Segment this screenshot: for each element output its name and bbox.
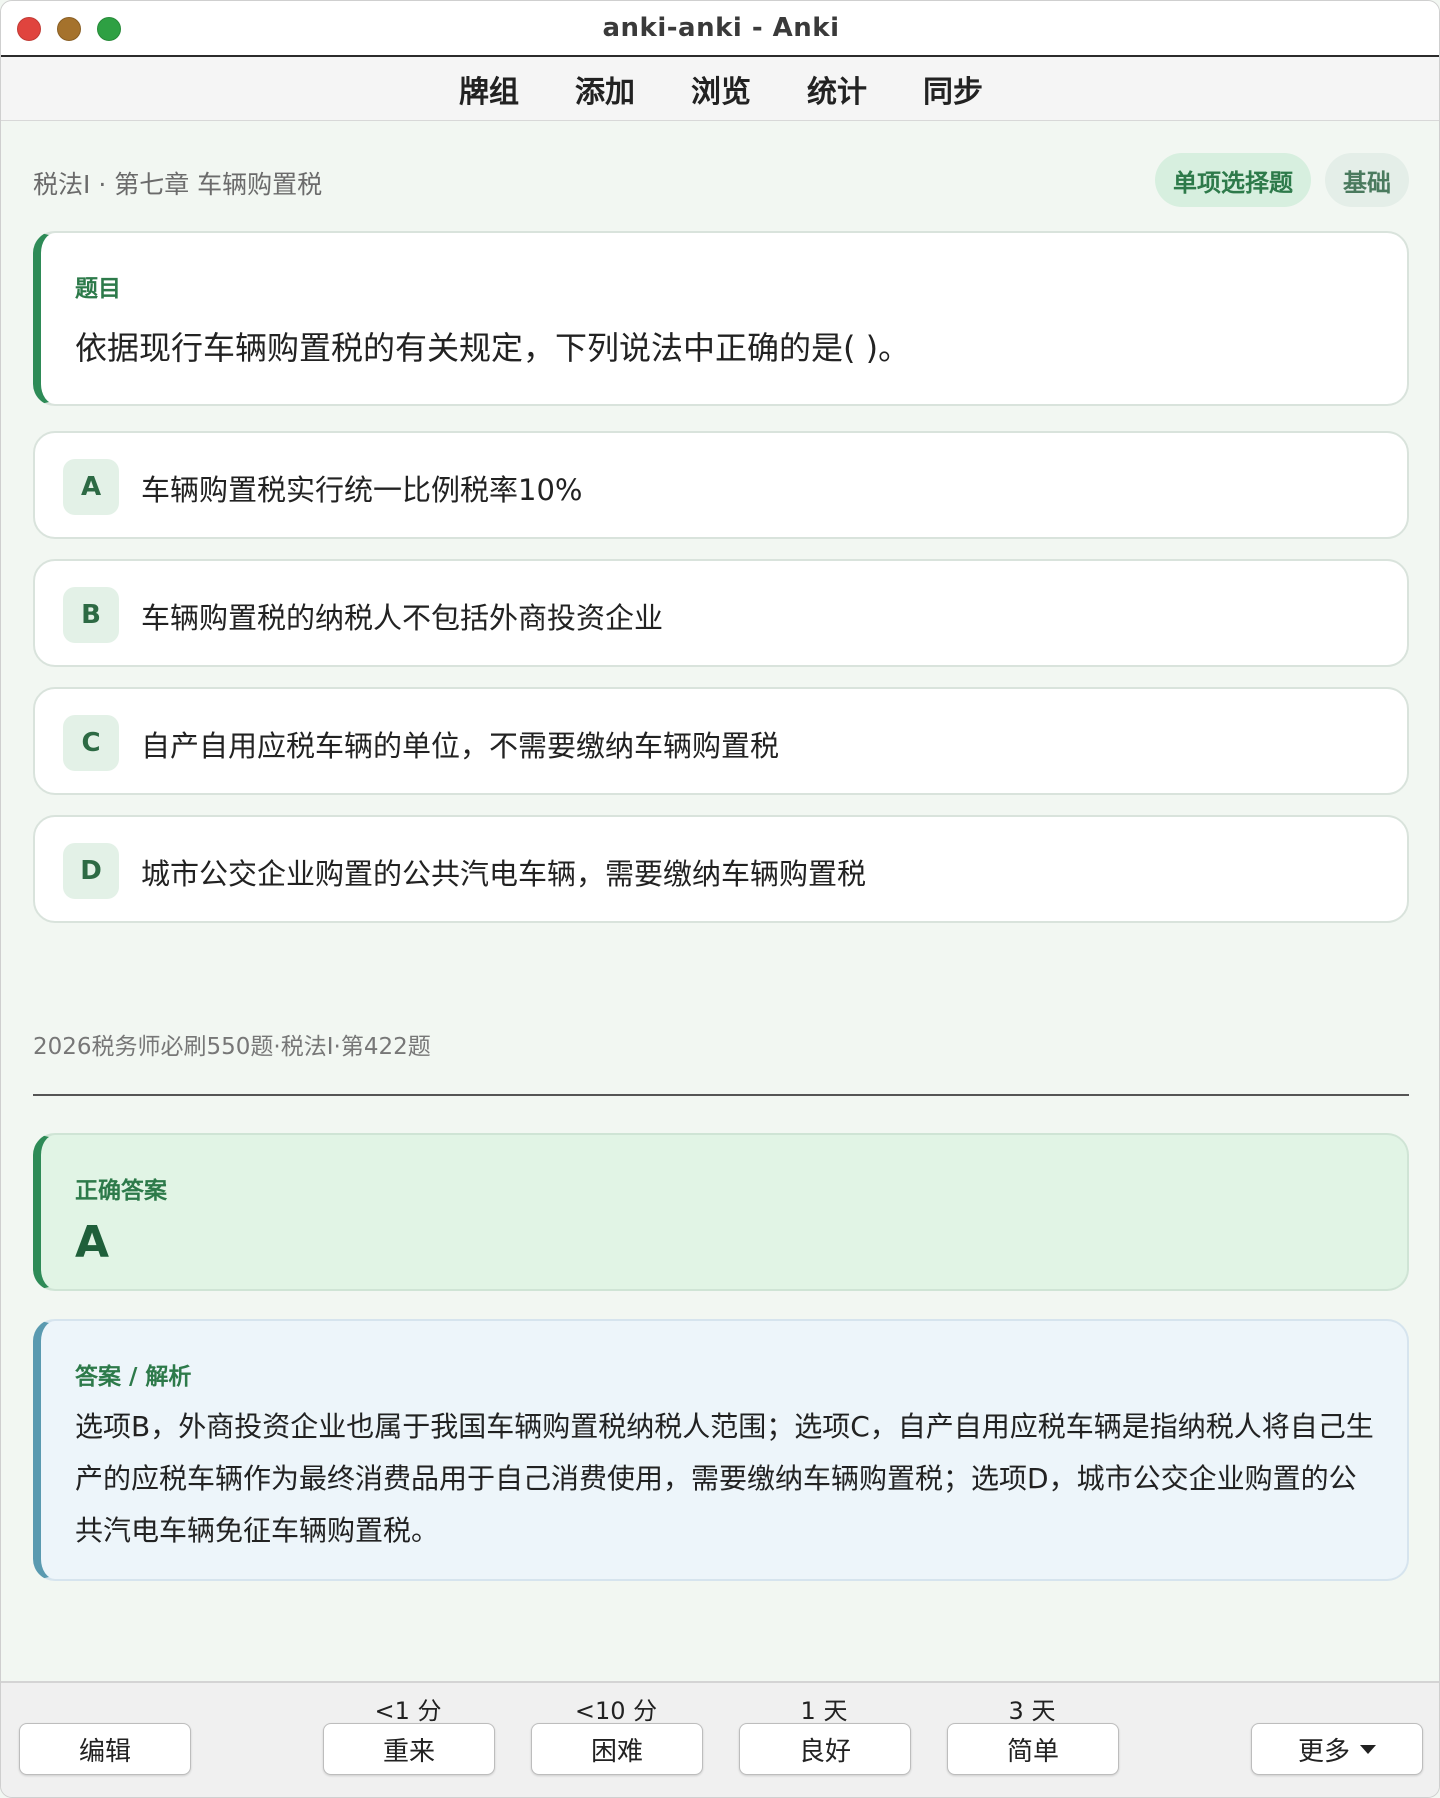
close-window-button[interactable] — [17, 17, 41, 41]
question-type-badge: 单项选择题 — [1155, 153, 1311, 207]
toolbar-add[interactable]: 添加 — [575, 67, 635, 111]
more-label: 更多 — [1297, 1736, 1350, 1767]
answer-divider — [33, 1094, 1409, 1096]
chevron-down-icon — [1360, 1744, 1376, 1754]
option-d: D 城市公交企业购置的公共汽电车辆，需要缴纳车辆购置税 — [33, 815, 1409, 923]
question-card: 题目 依据现行车辆购置税的有关规定，下列说法中正确的是( )。 — [33, 231, 1409, 406]
toolbar-decks[interactable]: 牌组 — [459, 67, 519, 111]
good-interval: 1 天 — [800, 1697, 848, 1725]
minimize-window-button[interactable] — [57, 17, 81, 41]
toolbar-browse[interactable]: 浏览 — [691, 67, 751, 111]
answer-card: 正确答案 A — [33, 1133, 1409, 1291]
option-text: 城市公交企业购置的公共汽电车辆，需要缴纳车辆购置税 — [141, 857, 867, 891]
window-title: anki-anki - Anki — [602, 13, 840, 43]
option-letter: D — [63, 843, 119, 899]
toolbar-stats[interactable]: 统计 — [807, 67, 867, 111]
good-button[interactable]: 良好 — [739, 1723, 911, 1775]
answer-label: 正确答案 — [75, 1178, 167, 1204]
toolbar-sync[interactable]: 同步 — [923, 67, 983, 111]
zoom-window-button[interactable] — [97, 17, 121, 41]
more-button[interactable]: 更多 — [1251, 1723, 1423, 1775]
analysis-text: 选项B，外商投资企业也属于我国车辆购置税纳税人范围；选项C，自产自用应税车辆是指… — [75, 1410, 1374, 1547]
question-label: 题目 — [75, 276, 121, 302]
option-text: 车辆购置税的纳税人不包括外商投资企业 — [141, 601, 664, 635]
question-source: 2026税务师必刷550题·税法I·第422题 — [33, 1034, 431, 1060]
question-text: 依据现行车辆购置税的有关规定，下列说法中正确的是( )。 — [75, 329, 911, 367]
easy-interval: 3 天 — [1008, 1697, 1056, 1725]
easy-button[interactable]: 简单 — [947, 1723, 1119, 1775]
window-controls — [17, 17, 121, 41]
option-letter: B — [63, 587, 119, 643]
title-bar: anki-anki - Anki — [1, 1, 1439, 57]
again-interval: <1 分 — [374, 1697, 442, 1725]
difficulty-badge: 基础 — [1325, 153, 1409, 207]
edit-button[interactable]: 编辑 — [19, 1723, 191, 1775]
answer-value: A — [75, 1217, 110, 1268]
hard-button[interactable]: 困难 — [531, 1723, 703, 1775]
option-c: C 自产自用应税车辆的单位，不需要缴纳车辆购置税 — [33, 687, 1409, 795]
option-letter: C — [63, 715, 119, 771]
analysis-card: 答案 / 解析 选项B，外商投资企业也属于我国车辆购置税纳税人范围；选项C，自产… — [33, 1319, 1409, 1581]
option-text: 自产自用应税车辆的单位，不需要缴纳车辆购置税 — [141, 729, 780, 763]
breadcrumb: 税法I · 第七章 车辆购置税 — [33, 170, 323, 199]
anki-window: anki-anki - Anki 牌组 添加 浏览 统计 同步 税法I · 第七… — [0, 0, 1440, 1798]
analysis-label: 答案 / 解析 — [75, 1364, 192, 1390]
card-meta-row: 税法I · 第七章 车辆购置税 单项选择题 基础 — [33, 153, 1409, 209]
review-bottom-bar: 编辑 <1 分 重来 <10 分 困难 1 天 良好 3 天 简单 更多 — [1, 1681, 1439, 1797]
tag-list: 单项选择题 基础 — [1155, 153, 1409, 207]
hard-interval: <10 分 — [574, 1697, 658, 1725]
main-toolbar: 牌组 添加 浏览 统计 同步 — [1, 57, 1439, 121]
option-letter: A — [63, 459, 119, 515]
option-text: 车辆购置税实行统一比例税率10% — [141, 473, 583, 507]
option-a: A 车辆购置税实行统一比例税率10% — [33, 431, 1409, 539]
again-button[interactable]: 重来 — [323, 1723, 495, 1775]
option-b: B 车辆购置税的纳税人不包括外商投资企业 — [33, 559, 1409, 667]
